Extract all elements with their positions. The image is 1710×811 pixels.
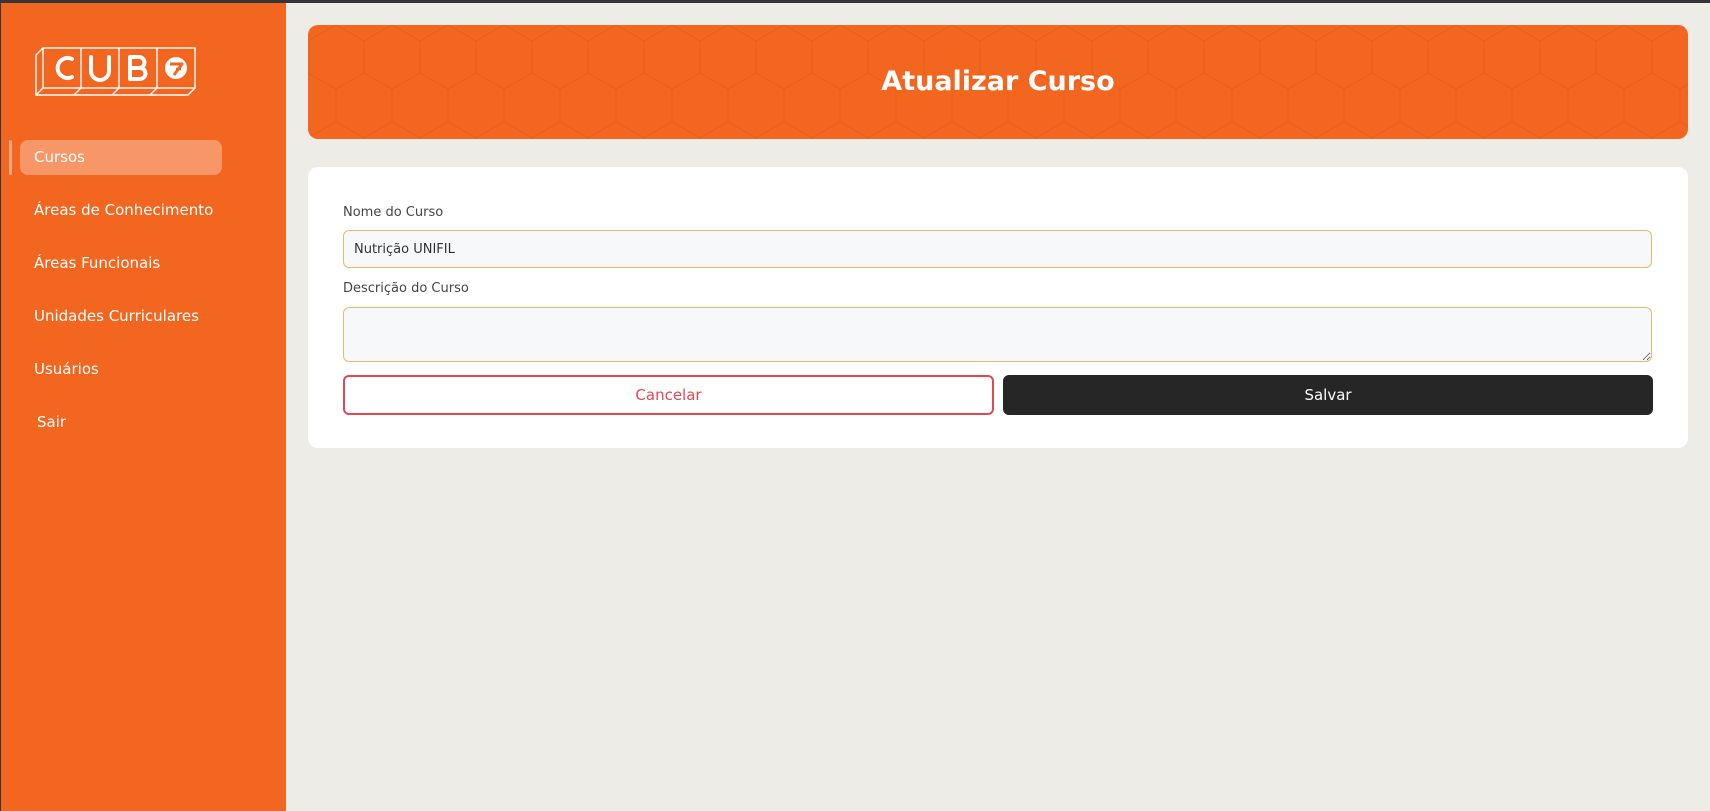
- sidebar-item-label: Cursos: [34, 148, 85, 166]
- sidebar-item-areas-funcionais[interactable]: Áreas Funcionais: [20, 246, 222, 281]
- course-form-card: Nome do Curso Descrição do Curso Cancela…: [308, 167, 1688, 448]
- sidebar-item-usuarios[interactable]: Usuários: [20, 352, 222, 387]
- page-header-banner: Atualizar Curso: [308, 25, 1688, 139]
- page-title: Atualizar Curso: [881, 66, 1115, 97]
- course-description-label: Descrição do Curso: [343, 281, 469, 296]
- sidebar-item-label: Sair: [37, 413, 67, 431]
- course-name-label: Nome do Curso: [343, 205, 444, 220]
- course-name-input[interactable]: [343, 230, 1652, 268]
- sidebar-item-unidades-curriculares[interactable]: Unidades Curriculares: [20, 299, 222, 334]
- sidebar-item-label: Áreas Funcionais: [34, 254, 161, 272]
- sidebar-item-label: Usuários: [34, 360, 99, 378]
- cancel-button[interactable]: Cancelar: [343, 375, 994, 415]
- sidebar-item-label: Áreas de Conhecimento: [34, 201, 214, 219]
- cubo-logo: [35, 47, 196, 96]
- sidebar-item-areas-de-conhecimento[interactable]: Áreas de Conhecimento: [20, 193, 222, 228]
- course-description-textarea[interactable]: [343, 307, 1652, 362]
- active-indicator: [9, 140, 12, 175]
- sidebar: Cursos Áreas de Conhecimento Áreas Funci…: [1, 3, 286, 811]
- sidebar-item-sair[interactable]: Sair: [20, 405, 222, 440]
- sidebar-item-cursos[interactable]: Cursos: [20, 140, 222, 175]
- save-button[interactable]: Salvar: [1003, 375, 1653, 415]
- app-window: Cursos Áreas de Conhecimento Áreas Funci…: [1, 3, 1710, 811]
- sidebar-item-label: Unidades Curriculares: [34, 307, 199, 325]
